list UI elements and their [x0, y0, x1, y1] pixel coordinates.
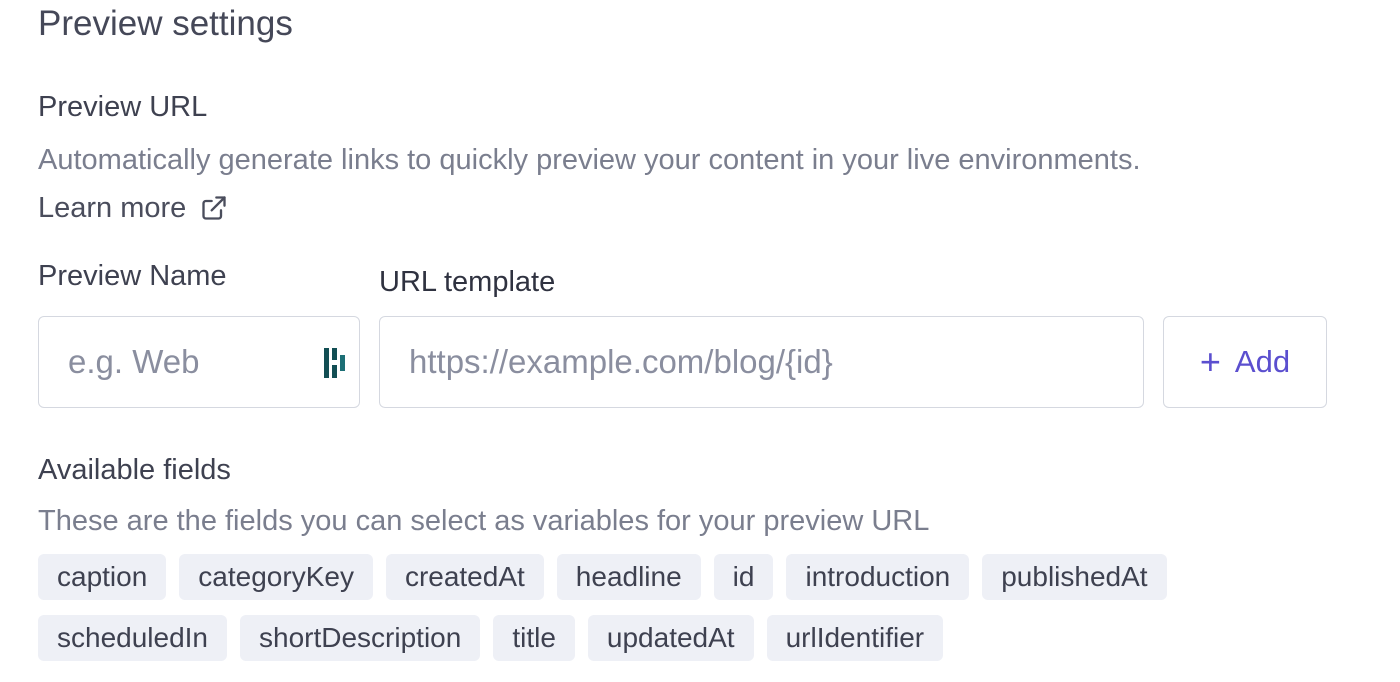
external-link-icon: [200, 194, 228, 222]
field-chip-title[interactable]: title: [493, 615, 575, 661]
plus-icon: +: [1199, 341, 1221, 382]
page-title: Preview settings: [38, 4, 293, 43]
preview-name-label: Preview Name: [38, 260, 227, 292]
available-fields-heading: Available fields: [38, 454, 231, 486]
field-chips-row-2: scheduledIn shortDescription title updat…: [38, 615, 944, 661]
field-chip-updatedat[interactable]: updatedAt: [587, 615, 754, 661]
field-chip-caption[interactable]: caption: [38, 554, 167, 600]
learn-more-label: Learn more: [38, 192, 187, 224]
add-button-label: Add: [1234, 344, 1291, 379]
field-chip-scheduledin[interactable]: scheduledIn: [38, 615, 228, 661]
field-chips-row-1: caption categoryKey createdAt headline i…: [38, 554, 1167, 600]
field-chip-id[interactable]: id: [713, 554, 774, 600]
password-manager-icon[interactable]: [322, 345, 350, 381]
field-chip-categorykey[interactable]: categoryKey: [179, 554, 373, 600]
preview-url-description: Automatically generate links to quickly …: [38, 144, 1141, 176]
field-chip-urlidentifier[interactable]: urlIdentifier: [766, 615, 944, 661]
url-template-label: URL template: [379, 266, 556, 298]
field-chip-headline[interactable]: headline: [556, 554, 701, 600]
field-chip-shortdescription[interactable]: shortDescription: [240, 615, 481, 661]
preview-settings-panel: Preview settings Preview URL Automatical…: [38, 0, 1368, 682]
field-chip-publishedat[interactable]: publishedAt: [982, 554, 1167, 600]
url-template-input[interactable]: [380, 317, 1143, 407]
available-fields-description: These are the fields you can select as v…: [38, 505, 930, 537]
url-template-field-container: [379, 316, 1144, 408]
field-chip-createdat[interactable]: createdAt: [385, 554, 544, 600]
add-preview-button[interactable]: + Add: [1163, 316, 1327, 408]
field-chip-introduction[interactable]: introduction: [786, 554, 970, 600]
preview-name-input[interactable]: [39, 317, 359, 407]
learn-more-link[interactable]: Learn more: [38, 190, 228, 226]
preview-name-field-container: [38, 316, 360, 408]
preview-url-heading: Preview URL: [38, 91, 208, 123]
